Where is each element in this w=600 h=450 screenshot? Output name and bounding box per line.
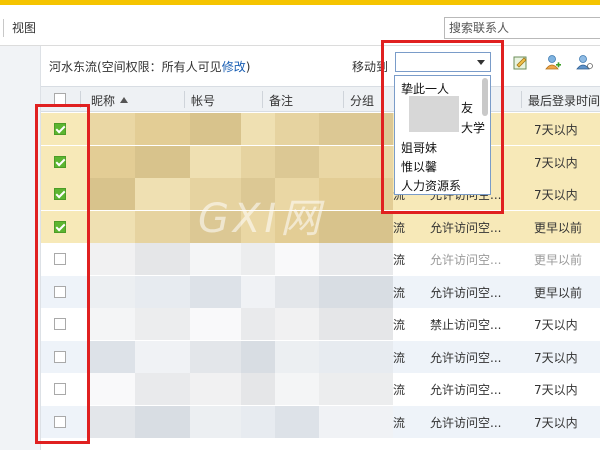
- col-remark[interactable]: 备注: [269, 92, 293, 109]
- manage-contacts-icon[interactable]: [576, 54, 594, 72]
- row-access: 允许访问空...: [430, 220, 502, 235]
- edit-permission-link[interactable]: 修改: [222, 60, 246, 74]
- row-access: 允许访问空...: [430, 383, 502, 397]
- row-group: 流: [393, 220, 406, 235]
- table-row[interactable]: 流 允许访问空... 更早以前: [41, 275, 600, 308]
- header-divider: [262, 91, 263, 108]
- table-row[interactable]: 7天以内: [41, 113, 600, 145]
- header-divider: [343, 91, 344, 108]
- row-access: 允许访问空...: [430, 253, 502, 267]
- row-last-login: 7天以内: [534, 415, 578, 430]
- header-divider: [521, 91, 522, 108]
- col-account[interactable]: 帐号: [191, 92, 215, 109]
- row-group: 流: [393, 350, 406, 365]
- blurred-contact-info: [89, 275, 393, 308]
- blurred-contact-info: [89, 405, 393, 438]
- row-group: 流: [393, 285, 406, 300]
- row-last-login: 7天以内: [534, 350, 578, 365]
- table-row[interactable]: 流 允许访问空... 7天以内: [41, 405, 600, 438]
- blurred-contact-info: [89, 340, 393, 373]
- row-last-login: 7天以内: [534, 188, 578, 202]
- menu-view[interactable]: 视图: [12, 19, 36, 36]
- watermark: GXI网: [198, 196, 325, 242]
- highlight-box-checkboxes: [35, 104, 90, 444]
- row-last-login: 更早以前: [534, 285, 583, 300]
- col-group[interactable]: 分组: [350, 92, 374, 109]
- table-row[interactable]: 流 允许访问空... 7天以内: [41, 373, 600, 405]
- row-last-login: 7天以内: [534, 383, 578, 397]
- row-group: 流: [393, 383, 406, 397]
- table-row[interactable]: 流 允许访问空... 7天以内: [41, 340, 600, 373]
- contact-table-header: 昵称 帐号 备注 分组 最后登录时间: [41, 86, 600, 112]
- row-access: 允许访问空...: [430, 415, 502, 430]
- blurred-contact-info: [89, 113, 393, 145]
- add-contact-icon[interactable]: [544, 54, 562, 72]
- blurred-contact-info: [89, 373, 393, 405]
- col-nickname[interactable]: 昵称: [91, 92, 115, 109]
- blurred-contact-info: [89, 145, 393, 178]
- search-input[interactable]: 搜索联系人: [444, 17, 600, 39]
- row-access: 允许访问空...: [430, 285, 502, 300]
- blurred-contact-info: [89, 243, 393, 275]
- table-row[interactable]: 7天以内: [41, 145, 600, 178]
- space-permission-text: 河水东流(空间权限：所有人可见修改): [49, 58, 250, 75]
- space-permission-suffix: ): [245, 60, 251, 74]
- table-row[interactable]: 流 允许访问空... 更早以前: [41, 243, 600, 275]
- row-access: 允许访问空...: [430, 350, 502, 365]
- row-last-login: 7天以内: [534, 123, 578, 137]
- sort-ascending-icon: [120, 97, 128, 103]
- space-info-bar: 河水东流(空间权限：所有人可见修改) 移动到: [41, 46, 600, 86]
- blurred-contact-info: [89, 308, 393, 340]
- space-permission-prefix: 河水东流(空间权限：所有人可见: [49, 60, 222, 74]
- row-last-login: 更早以前: [534, 220, 583, 235]
- row-last-login: 更早以前: [534, 253, 583, 267]
- table-row[interactable]: 流 禁止访问空... 7天以内: [41, 308, 600, 340]
- row-last-login: 7天以内: [534, 318, 578, 332]
- row-access: 禁止访问空...: [430, 318, 502, 332]
- col-last-login[interactable]: 最后登录时间: [528, 92, 600, 109]
- menu-separator: [3, 19, 4, 37]
- row-group: 流: [393, 318, 406, 332]
- highlight-box-move-to: [381, 40, 504, 214]
- row-group: 流: [393, 253, 406, 267]
- row-group: 流: [393, 415, 406, 430]
- edit-contact-icon[interactable]: [512, 54, 530, 72]
- header-divider: [184, 91, 185, 108]
- row-last-login: 7天以内: [534, 155, 578, 170]
- menu-bar: 视图 搜索联系人: [0, 5, 600, 46]
